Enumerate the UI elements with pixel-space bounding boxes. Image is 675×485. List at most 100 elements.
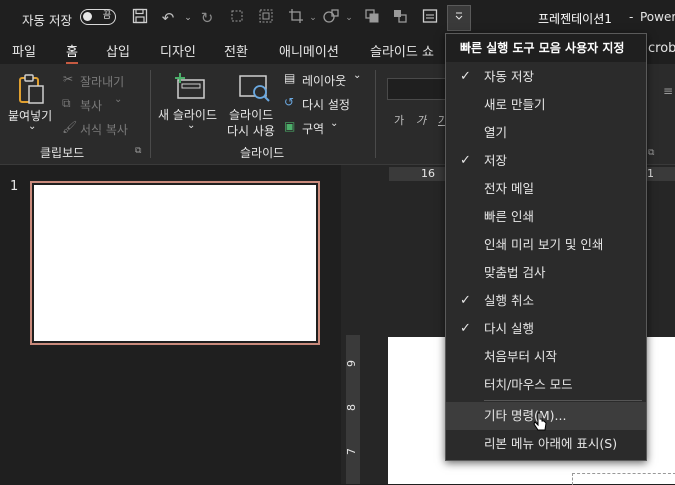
- menu-item-redo[interactable]: ✓ 다시 실행: [446, 315, 646, 343]
- menu-item-save[interactable]: ✓ 저장: [446, 147, 646, 175]
- arrange-icon[interactable]: [362, 8, 382, 28]
- group-divider: [150, 70, 151, 158]
- ruler-mark: 8: [345, 404, 358, 411]
- font-name-box[interactable]: [387, 78, 449, 100]
- tab-acrobat[interactable]: crob: [648, 41, 675, 56]
- paragraph-icon[interactable]: ≡: [663, 84, 673, 98]
- menu-separator: [484, 400, 642, 401]
- menu-item-undo[interactable]: ✓ 실행 취소: [446, 287, 646, 315]
- section-label[interactable]: 구역: [302, 120, 324, 137]
- format-painter-icon[interactable]: 🖌: [62, 120, 77, 134]
- autosave-label: 자동 저장: [22, 13, 72, 28]
- mouse-cursor-icon: [533, 412, 549, 437]
- check-icon: ✓: [460, 293, 471, 308]
- reuse-slides-label-line1[interactable]: 슬라이드: [229, 106, 273, 123]
- ruler-mark: 9: [345, 360, 358, 367]
- paste-icon[interactable]: [14, 72, 48, 109]
- menu-item-label: 새로 만들기: [484, 97, 546, 112]
- paste-chevron-icon[interactable]: ⌄: [28, 121, 36, 132]
- layout-label[interactable]: 레이아웃: [302, 72, 346, 89]
- text-box-icon[interactable]: [420, 8, 440, 28]
- section-chevron-icon[interactable]: ⌄: [330, 118, 338, 129]
- send-backward-icon[interactable]: [390, 8, 410, 28]
- menu-title: 빠른 실행 도구 모음 사용자 지정: [446, 34, 646, 62]
- slides-group-label: 슬라이드: [240, 146, 285, 160]
- ruler-mark: 16: [421, 167, 435, 180]
- reset-icon[interactable]: ↺: [284, 95, 294, 109]
- clipboard-group-label: 클립보드: [40, 146, 85, 160]
- check-icon: ✓: [460, 153, 471, 168]
- copy-chevron-icon[interactable]: ⌄: [114, 94, 122, 105]
- menu-item-label: 맞춤법 검사: [484, 265, 546, 280]
- reuse-slides-label-line2[interactable]: 다시 사용: [227, 122, 275, 139]
- menu-item-start-from-beginning[interactable]: 처음부터 시작: [446, 343, 646, 371]
- tab-design[interactable]: 디자인: [160, 41, 196, 60]
- reuse-slides-icon[interactable]: [236, 72, 272, 105]
- slide-thumbnail-pane: 1: [0, 165, 340, 484]
- slide-thumbnail[interactable]: [30, 181, 320, 345]
- title-separator: -: [629, 10, 634, 24]
- new-slide-icon[interactable]: [172, 72, 208, 105]
- autosave-toggle[interactable]: 끔: [80, 9, 116, 25]
- section-icon[interactable]: ▣: [284, 119, 295, 133]
- undo-icon[interactable]: ↶: [158, 8, 178, 28]
- ruler-mark: 1: [647, 167, 654, 180]
- menu-item-print-preview[interactable]: 인쇄 미리 보기 및 인쇄: [446, 231, 646, 259]
- redo-icon[interactable]: ↻: [197, 8, 217, 28]
- menu-item-spelling[interactable]: 맞춤법 검사: [446, 259, 646, 287]
- placeholder-box[interactable]: [572, 473, 675, 485]
- bold-button[interactable]: 가: [394, 112, 404, 128]
- app-name: PowerP: [640, 10, 675, 24]
- customize-qat-menu: 빠른 실행 도구 모음 사용자 지정 ✓ 자동 저장 새로 만들기 열기 ✓ 저장 …: [445, 33, 647, 461]
- cut-icon[interactable]: ✂: [63, 72, 73, 86]
- new-slide-chevron-icon[interactable]: ⌄: [187, 120, 195, 131]
- toggle-knob: [83, 12, 92, 21]
- menu-item-label: 빠른 인쇄: [484, 209, 534, 224]
- customize-qat-button[interactable]: [447, 5, 471, 31]
- layout-icon[interactable]: ▤: [284, 71, 295, 85]
- title-bar: 자동 저장 끔 ↶ ⌄ ↻ ⌄ ⌄ 프레젠테이션1 - PowerP: [0, 0, 675, 36]
- format-painter-label[interactable]: 서식 복사: [80, 121, 128, 138]
- menu-item-new[interactable]: 새로 만들기: [446, 91, 646, 119]
- menu-item-touch-mouse-mode[interactable]: 터치/마우스 모드: [446, 371, 646, 399]
- menu-item-label: 기타 명령(M)...: [484, 408, 567, 423]
- copy-icon[interactable]: ⧉: [62, 96, 71, 111]
- undo-dropdown-chevron-icon[interactable]: ⌄: [178, 8, 198, 28]
- copy-label[interactable]: 복사: [80, 97, 102, 114]
- menu-item-label: 인쇄 미리 보기 및 인쇄: [484, 237, 604, 252]
- crop-icon[interactable]: [227, 8, 247, 28]
- document-title: 프레젠테이션1: [538, 12, 612, 26]
- clipboard-launcher-icon[interactable]: ⧉: [135, 146, 141, 156]
- menu-item-label: 다시 실행: [484, 321, 534, 336]
- tab-file[interactable]: 파일: [12, 41, 36, 60]
- tab-animations[interactable]: 애니메이션: [279, 41, 339, 60]
- layout-chevron-icon[interactable]: ⌄: [353, 70, 361, 81]
- font-launcher-icon[interactable]: ⧉: [648, 148, 654, 158]
- crop-chevron-icon[interactable]: ⌄: [303, 8, 323, 28]
- menu-item-label: 실행 취소: [484, 293, 534, 308]
- check-icon: ✓: [460, 69, 471, 84]
- save-icon[interactable]: [130, 8, 150, 28]
- tab-insert[interactable]: 삽입: [106, 41, 130, 60]
- vertical-ruler: 9 8 7: [345, 335, 360, 484]
- menu-item-label: 열기: [484, 125, 508, 140]
- menu-item-quick-print[interactable]: 빠른 인쇄: [446, 203, 646, 231]
- menu-item-label: 저장: [484, 153, 508, 168]
- shapes-chevron-icon[interactable]: ⌄: [339, 8, 359, 28]
- menu-item-label: 리본 메뉴 아래에 표시(S): [484, 436, 618, 451]
- menu-item-label: 전자 메일: [484, 181, 534, 196]
- tab-home[interactable]: 홈: [66, 41, 78, 65]
- tab-transitions[interactable]: 전환: [224, 41, 248, 60]
- italic-button[interactable]: 가: [416, 112, 426, 128]
- group-objects-icon[interactable]: [256, 8, 276, 28]
- menu-item-open[interactable]: 열기: [446, 119, 646, 147]
- menu-item-email[interactable]: 전자 메일: [446, 175, 646, 203]
- menu-item-autosave[interactable]: ✓ 자동 저장: [446, 63, 646, 91]
- menu-item-label: 처음부터 시작: [484, 349, 557, 364]
- cut-label[interactable]: 잘라내기: [80, 73, 124, 90]
- toggle-state-label: 끔: [102, 11, 111, 21]
- menu-item-label: 터치/마우스 모드: [484, 377, 573, 392]
- reset-label[interactable]: 다시 설정: [302, 96, 350, 113]
- check-icon: ✓: [460, 321, 471, 336]
- tab-slideshow[interactable]: 슬라이드 쇼: [370, 41, 434, 60]
